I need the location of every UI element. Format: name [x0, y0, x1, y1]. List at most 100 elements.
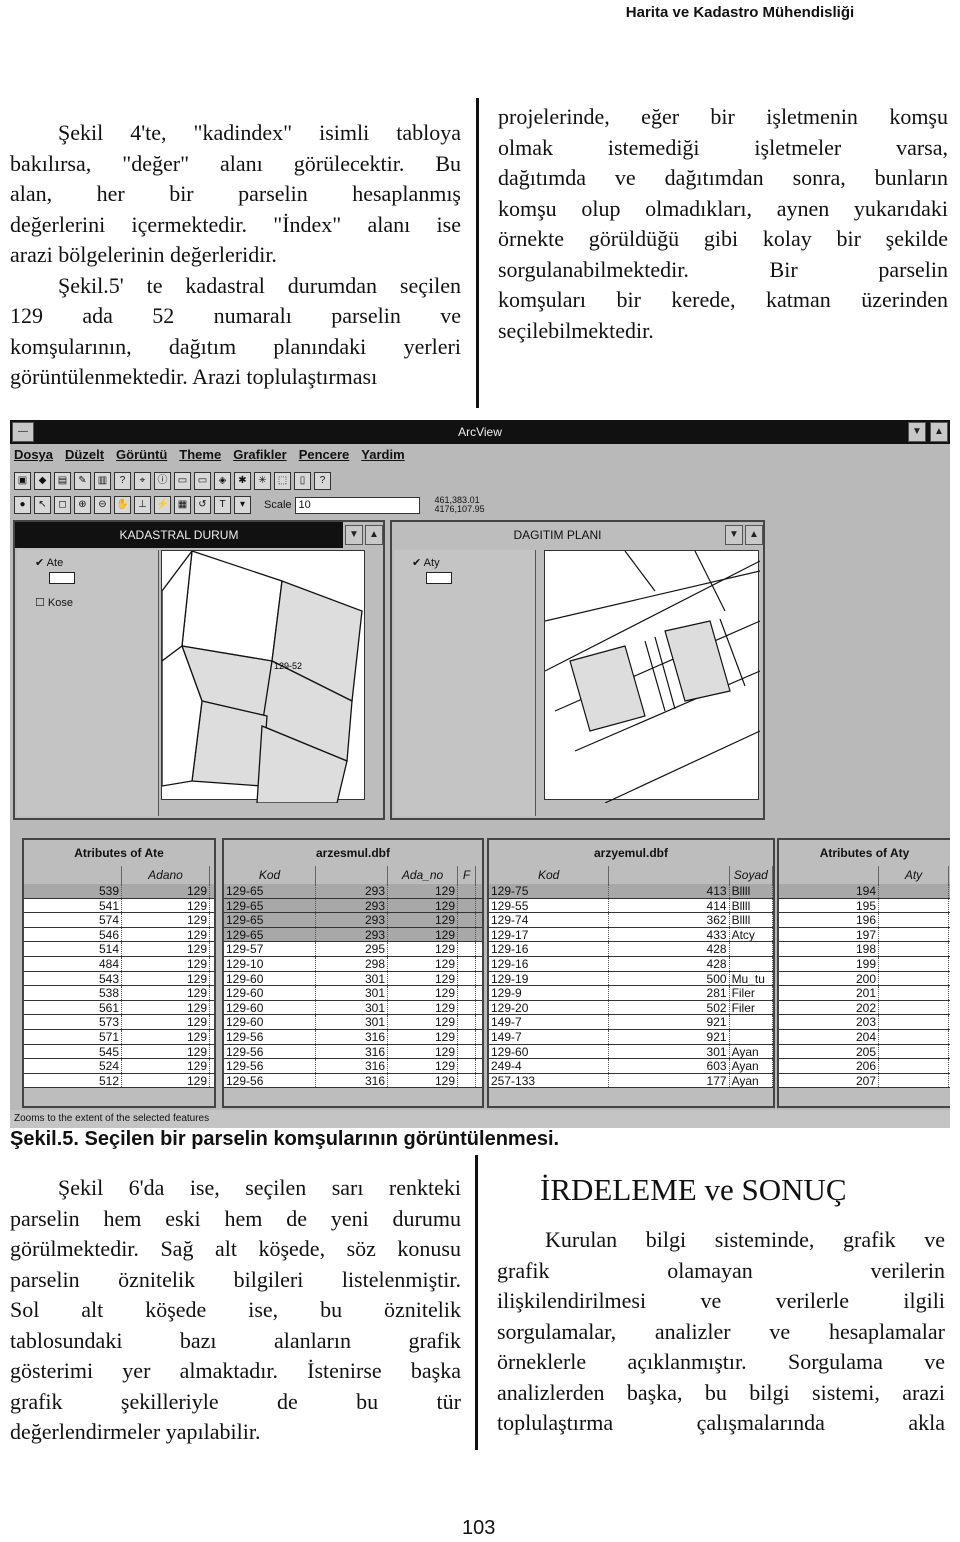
- menu-dosya[interactable]: Dosya: [14, 447, 53, 467]
- table-row[interactable]: 202: [779, 1000, 950, 1016]
- minimize-button[interactable]: ▼: [345, 525, 363, 545]
- menu-yardim[interactable]: Yardim: [361, 447, 404, 467]
- table-row[interactable]: 204: [779, 1029, 950, 1045]
- column-header[interactable]: Soyad: [730, 866, 773, 884]
- table-row[interactable]: 200: [779, 971, 950, 987]
- identify-icon[interactable]: ⓘ: [154, 472, 171, 490]
- table-row[interactable]: 129-55 414 Bllll: [489, 898, 773, 914]
- info-icon[interactable]: ●: [14, 496, 31, 514]
- table-icon[interactable]: ▥: [94, 472, 111, 490]
- table-row[interactable]: 207: [779, 1073, 950, 1089]
- select-icon[interactable]: ⬚: [274, 472, 291, 490]
- table-row[interactable]: 129-57 295 129: [224, 942, 482, 957]
- table-row[interactable]: 538 129: [24, 986, 214, 1001]
- legend-theme-kose[interactable]: ☐ Kose: [35, 596, 73, 609]
- table-row[interactable]: 129-75 413 Bllll: [489, 884, 773, 899]
- draw-icon[interactable]: ▾: [234, 496, 251, 514]
- table-row[interactable]: 546 129: [24, 927, 214, 943]
- table-row[interactable]: 206: [779, 1059, 950, 1074]
- menu-pencere[interactable]: Pencere: [299, 447, 350, 467]
- legend-theme-aty[interactable]: ✔ Aty: [412, 556, 440, 569]
- column-header[interactable]: [609, 866, 730, 884]
- table-row[interactable]: 149-7 921: [489, 1029, 773, 1045]
- column-header[interactable]: Ada_no: [388, 866, 458, 884]
- table-row[interactable]: 129-10 298 129: [224, 956, 482, 972]
- locate-icon[interactable]: ⌖: [134, 472, 151, 490]
- column-header[interactable]: [24, 866, 122, 884]
- table-row[interactable]: 571 129: [24, 1029, 214, 1045]
- column-header[interactable]: Kod: [489, 866, 610, 884]
- table-row[interactable]: 129-56 316 129: [224, 1044, 482, 1060]
- area-icon[interactable]: ▦: [174, 496, 191, 514]
- zoom-in-icon[interactable]: ⊕: [74, 496, 91, 514]
- table-row[interactable]: 194: [779, 884, 950, 899]
- table-row[interactable]: 129-56 316 129: [224, 1029, 482, 1045]
- pan-icon[interactable]: ✋: [114, 496, 131, 514]
- vertex-icon[interactable]: ◻: [54, 496, 71, 514]
- table-row[interactable]: 539 129: [24, 884, 214, 899]
- theme-props-icon[interactable]: ◈: [214, 472, 231, 490]
- add-theme-icon[interactable]: ◆: [34, 472, 51, 490]
- layout-icon[interactable]: ▯: [294, 472, 311, 490]
- menu-görüntü[interactable]: Görüntü: [116, 447, 167, 467]
- table-row[interactable]: 512 129: [24, 1073, 214, 1089]
- legend-theme-ate[interactable]: ✔ Ate: [35, 556, 63, 569]
- open-2-icon[interactable]: ▭: [194, 472, 211, 490]
- column-header[interactable]: Adano: [122, 866, 210, 884]
- table-row[interactable]: 199: [779, 956, 950, 972]
- minimize-button[interactable]: ▼: [725, 525, 743, 545]
- hotlink-icon[interactable]: ⚡: [154, 496, 171, 514]
- menu-grafikler[interactable]: Grafikler: [233, 447, 286, 467]
- menu-theme[interactable]: Theme: [179, 447, 221, 467]
- menu-düzelt[interactable]: Düzelt: [65, 447, 104, 467]
- table-row[interactable]: 129-16 428: [489, 956, 773, 972]
- column-header[interactable]: F: [458, 866, 476, 884]
- new-view-icon[interactable]: ▤: [54, 472, 71, 490]
- maximize-button[interactable]: ▲: [365, 525, 383, 545]
- table-row[interactable]: 129-65 293 129: [224, 884, 482, 899]
- table-row[interactable]: 129-56 316 129: [224, 1059, 482, 1074]
- maximize-button[interactable]: ▲: [930, 422, 948, 442]
- table-row[interactable]: 574 129: [24, 913, 214, 928]
- maximize-button[interactable]: ▲: [745, 525, 763, 545]
- table-row[interactable]: 196: [779, 913, 950, 928]
- query-icon[interactable]: ?: [114, 472, 131, 490]
- table-row[interactable]: 129-60 301 129: [224, 1000, 482, 1016]
- scale-input[interactable]: 10: [294, 496, 420, 514]
- measure-icon[interactable]: ⊥: [134, 496, 151, 514]
- table-row[interactable]: 484 129: [24, 956, 214, 972]
- table-row[interactable]: 541 129: [24, 898, 214, 914]
- table-row[interactable]: 545 129: [24, 1044, 214, 1060]
- text-icon[interactable]: T: [214, 496, 231, 514]
- column-header[interactable]: Kod: [224, 866, 316, 884]
- column-header[interactable]: Aty: [879, 866, 949, 884]
- pointer-icon[interactable]: ↖: [34, 496, 51, 514]
- table-row[interactable]: 129-17 433 Atcy: [489, 927, 773, 943]
- table-row[interactable]: 129-60 301 129: [224, 971, 482, 987]
- table-row[interactable]: 149-7 921: [489, 1015, 773, 1030]
- table-row[interactable]: 129-74 362 Bllll: [489, 913, 773, 928]
- zoom-full-icon[interactable]: ✱: [234, 472, 251, 490]
- table-row[interactable]: 129-9 281 Filer: [489, 986, 773, 1001]
- table-row[interactable]: 573 129: [24, 1015, 214, 1030]
- table-row[interactable]: 129-56 316 129: [224, 1073, 482, 1089]
- table-row[interactable]: 198: [779, 942, 950, 957]
- table-row[interactable]: 129-60 301 129: [224, 986, 482, 1001]
- table-row[interactable]: 543 129: [24, 971, 214, 987]
- table-row[interactable]: 129-60 301 129: [224, 1015, 482, 1030]
- table-row[interactable]: 129-65 293 129: [224, 898, 482, 914]
- table-row[interactable]: 524 129: [24, 1059, 214, 1074]
- table-row[interactable]: 205: [779, 1044, 950, 1060]
- table-row[interactable]: 561 129: [24, 1000, 214, 1016]
- label-icon[interactable]: ↺: [194, 496, 211, 514]
- table-row[interactable]: 129-19 500 Mu_tu: [489, 971, 773, 987]
- table-row[interactable]: 197: [779, 927, 950, 943]
- table-row[interactable]: 129-65 293 129: [224, 913, 482, 928]
- system-menu-button[interactable]: —: [12, 422, 34, 442]
- save-icon[interactable]: ▣: [14, 472, 31, 490]
- edit-icon[interactable]: ✎: [74, 472, 91, 490]
- map-canvas[interactable]: 129-52: [161, 548, 365, 804]
- table-row[interactable]: 129-20 502 Filer: [489, 1000, 773, 1016]
- minimize-button[interactable]: ▼: [908, 422, 926, 442]
- table-row[interactable]: 257-133 177 Ayan: [489, 1073, 773, 1089]
